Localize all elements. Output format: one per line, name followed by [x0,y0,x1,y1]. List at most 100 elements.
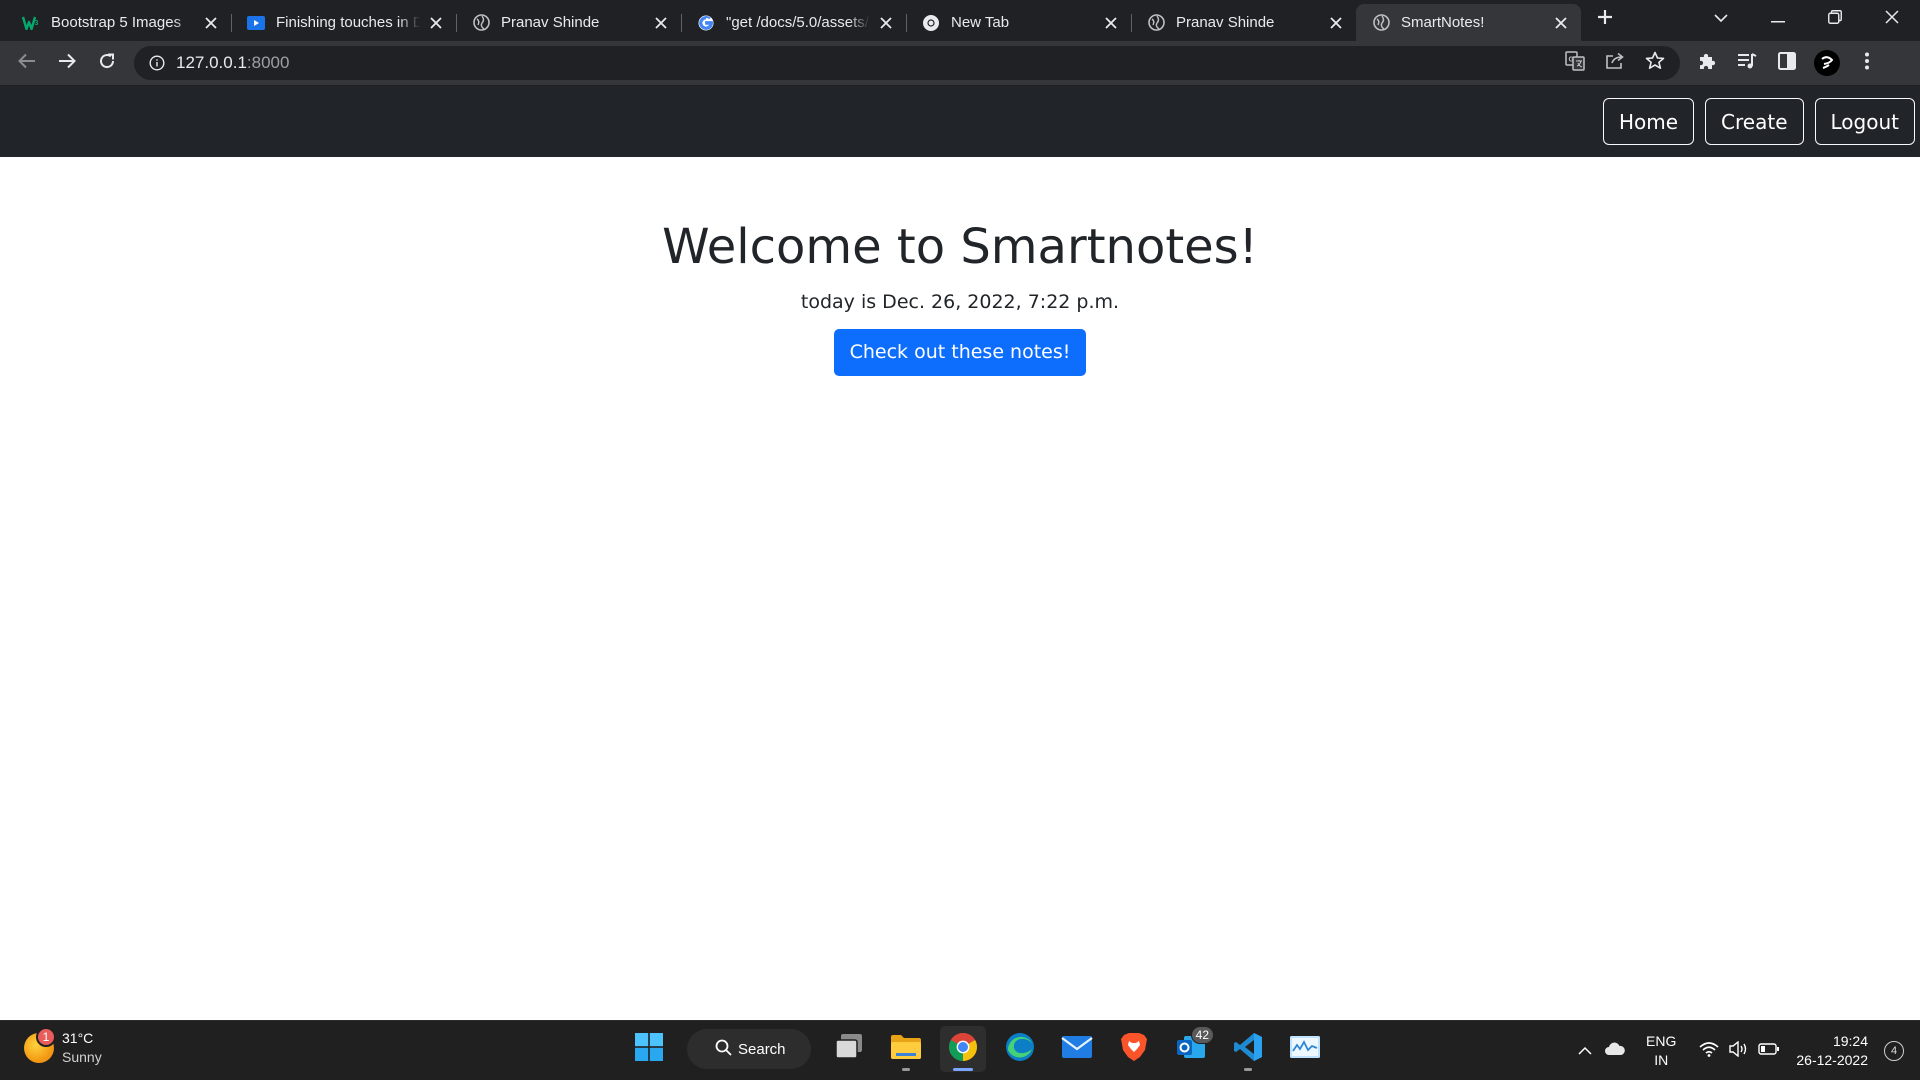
monitor-icon [1289,1035,1321,1064]
media-control-button[interactable] [1730,46,1764,80]
side-panel-icon [1778,51,1796,75]
show-hidden-icons-button[interactable] [1570,1036,1600,1066]
wifi-icon [1699,1041,1719,1062]
arrow-left-icon [18,53,36,74]
brave-icon [1120,1032,1148,1067]
tab-title: "get /docs/5.0/assets/ [726,14,869,31]
cloud-icon [1604,1042,1626,1061]
svg-text:G: G [1569,56,1575,63]
region-code: IN [1654,1052,1669,1068]
profile-button[interactable] [1810,46,1844,80]
weather-widget[interactable]: 1 31°C Sunny [24,1027,102,1067]
chevron-up-icon [1578,1042,1592,1060]
tab-google-search[interactable]: "get /docs/5.0/assets/ [681,4,906,41]
close-icon[interactable] [876,13,896,33]
create-button[interactable]: Create [1705,98,1804,145]
tab-title: Pranav Shinde [501,14,600,31]
notification-badge[interactable]: 4 [1884,1041,1904,1061]
tab-pranav-shinde[interactable]: Pranav Shinde [456,4,681,41]
weather-condition: Sunny [62,1049,102,1065]
clock[interactable]: 19:24 26-12-2022 [1796,1032,1868,1070]
reload-button[interactable] [90,46,124,80]
tab-strip: 3 Bootstrap 5 Images Finishing touches i… [0,0,1920,41]
new-tab-button[interactable] [1587,2,1623,38]
close-icon[interactable] [201,13,221,33]
logout-button[interactable]: Logout [1814,98,1915,145]
url-host: 127.0.0.1 [176,53,247,72]
page-title: Welcome to Smartnotes! [662,219,1258,275]
running-indicator [953,1068,973,1071]
check-notes-button[interactable]: Check out these notes! [833,329,1087,376]
url-text: 127.0.0.1:8000 [176,53,1558,73]
address-bar[interactable]: 127.0.0.1:8000 G [134,46,1680,80]
minimize-icon [1770,10,1785,28]
language-code: ENG [1646,1033,1677,1049]
weather-temperature: 31°C [62,1030,94,1046]
restore-button[interactable] [1806,0,1863,38]
language-indicator[interactable]: ENG IN [1646,1032,1676,1070]
close-icon[interactable] [1551,13,1571,33]
tab-new-tab[interactable]: New Tab [906,4,1131,41]
battery-button[interactable] [1754,1036,1784,1066]
running-indicator [902,1068,910,1071]
chrome-menu-button[interactable] [1850,46,1884,80]
translate-button[interactable]: G [1558,46,1592,80]
extensions-button[interactable] [1690,46,1724,80]
tab-finishing-touches[interactable]: Finishing touches in Django [231,4,456,41]
edge-taskbar-button[interactable] [997,1026,1043,1072]
chrome-taskbar-button[interactable] [940,1026,986,1072]
forward-button[interactable] [50,46,84,80]
mail-badge: 42 [1190,1026,1214,1044]
tab-title: Pranav Shinde [1176,14,1275,31]
close-window-button[interactable] [1863,0,1920,38]
screen: 3 Bootstrap 5 Images Finishing touches i… [0,0,1920,1080]
tab-title: Bootstrap 5 Images [51,14,182,31]
close-icon [1884,9,1899,29]
start-button[interactable] [626,1026,672,1072]
tab-bootstrap-images[interactable]: 3 Bootstrap 5 Images [6,4,231,41]
volume-button[interactable] [1724,1036,1754,1066]
home-button[interactable]: Home [1602,98,1695,145]
wifi-button[interactable] [1694,1036,1724,1066]
w3schools-icon: 3 [22,14,40,32]
tab-title: New Tab [951,14,1010,31]
search-label: Search [738,1040,786,1058]
google-icon [697,14,715,32]
tab-pranav-shinde-2[interactable]: Pranav Shinde [1131,4,1356,41]
svg-text:3: 3 [35,20,39,27]
info-icon[interactable] [146,52,168,74]
close-icon[interactable] [426,13,446,33]
tab-search-button[interactable] [1692,0,1749,38]
extension-buttons [1690,46,1884,80]
tab-title: Finishing touches in Django [276,14,420,31]
star-icon [1645,51,1665,75]
globe-icon [1372,14,1390,32]
close-icon[interactable] [1101,13,1121,33]
task-view-button[interactable] [826,1026,872,1072]
share-button[interactable] [1598,46,1632,80]
video-icon [247,14,265,32]
task-view-icon [834,1033,864,1066]
mail-taskbar-button[interactable] [1054,1026,1100,1072]
brave-taskbar-button[interactable] [1111,1026,1157,1072]
close-icon[interactable] [651,13,671,33]
battery-icon [1758,1042,1780,1060]
edge-icon [1005,1032,1035,1067]
resource-monitor-button[interactable] [1282,1026,1328,1072]
plus-icon [1597,9,1613,30]
onedrive-button[interactable] [1600,1036,1630,1066]
side-panel-button[interactable] [1770,46,1804,80]
file-explorer-button[interactable] [883,1026,929,1072]
outlook-taskbar-button[interactable]: 42 [1168,1026,1214,1072]
playlist-icon [1737,52,1757,75]
address-bar-actions: G [1558,46,1672,80]
minimize-button[interactable] [1749,0,1806,38]
bookmark-button[interactable] [1638,46,1672,80]
chrome-icon [948,1032,978,1067]
back-button[interactable] [10,46,44,80]
translate-icon: G [1565,50,1585,76]
vscode-taskbar-button[interactable] [1225,1026,1271,1072]
tab-smartnotes[interactable]: SmartNotes! [1356,4,1581,41]
taskbar-search[interactable]: Search [687,1029,811,1069]
close-icon[interactable] [1326,13,1346,33]
